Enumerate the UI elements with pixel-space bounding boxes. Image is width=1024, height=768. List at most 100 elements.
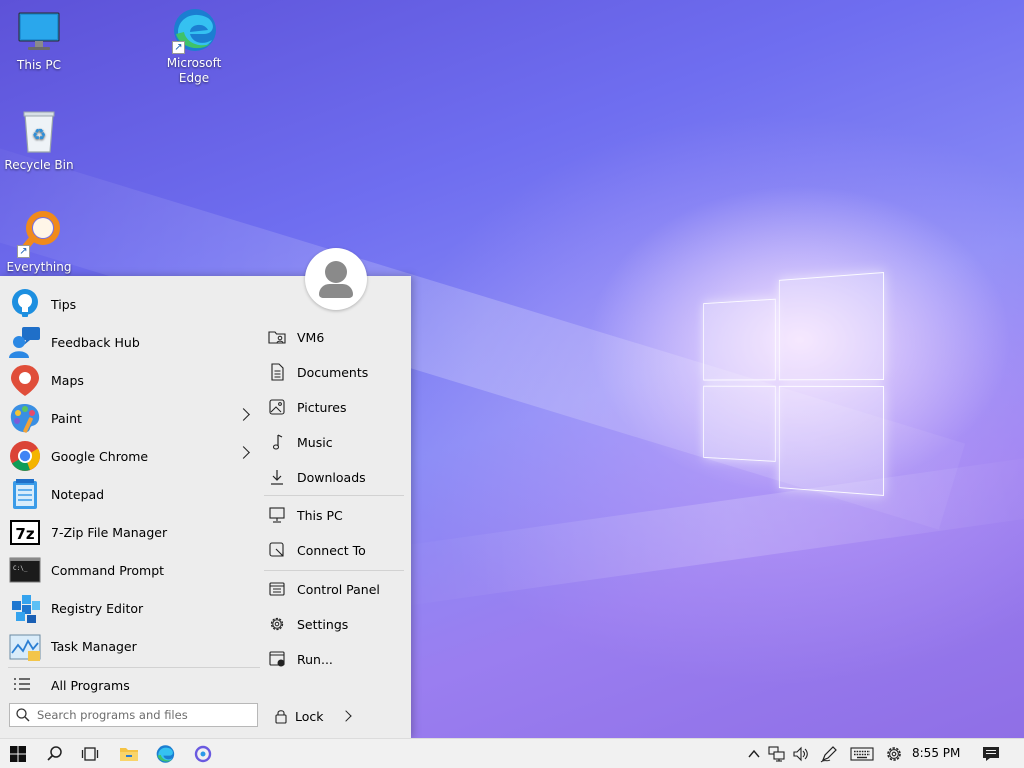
- monitor-icon: [15, 8, 63, 56]
- chevron-right-icon[interactable]: [237, 446, 250, 459]
- place-label: This PC: [297, 507, 343, 523]
- app-taskbar-button[interactable]: [185, 739, 221, 768]
- search-input[interactable]: [37, 708, 237, 722]
- desktop-icon-everything[interactable]: ↗ Everything: [1, 210, 77, 275]
- pen-icon: [820, 746, 837, 763]
- picture-icon: [268, 398, 286, 416]
- place-label: Documents: [297, 364, 369, 380]
- taskbar-clock[interactable]: 8:55 PM: [912, 746, 960, 760]
- place-item-vm6[interactable]: VM6: [268, 322, 404, 352]
- place-label: Run...: [297, 651, 333, 667]
- place-item-music[interactable]: Music: [268, 427, 404, 457]
- network-button[interactable]: [766, 744, 788, 764]
- lock-button[interactable]: Lock: [273, 704, 352, 728]
- desktop-icon-this-pc[interactable]: This PC: [1, 8, 77, 73]
- taskbar-search-button[interactable]: [37, 739, 73, 768]
- volume-button[interactable]: [790, 744, 812, 764]
- lock-label: Lock: [295, 708, 324, 724]
- program-label: Registry Editor: [51, 600, 144, 616]
- program-item-paint[interactable]: Paint: [8, 400, 260, 436]
- windows-logo-icon: [10, 746, 26, 762]
- shortcut-arrow-icon: ↗: [172, 41, 185, 54]
- desktop-icon-label: Everything: [6, 260, 72, 274]
- place-item-pictures[interactable]: Pictures: [268, 392, 404, 422]
- place-label: VM6: [297, 329, 325, 345]
- settings-tray-button[interactable]: [882, 744, 906, 764]
- place-label: Control Panel: [297, 581, 380, 597]
- tips-icon: [8, 287, 42, 321]
- shortcut-arrow-icon: ↗: [17, 245, 30, 258]
- lock-icon: [273, 708, 289, 724]
- everything-search-icon: ↗: [15, 210, 63, 258]
- separator: [264, 570, 404, 571]
- program-label: Maps: [51, 372, 84, 388]
- file-explorer-button[interactable]: [111, 739, 147, 768]
- place-label: Connect To: [297, 542, 366, 558]
- separator: [264, 495, 404, 496]
- place-label: Settings: [297, 616, 349, 632]
- windows-logo-wallpaper: [703, 272, 884, 496]
- recycle-bin-icon: ♻: [15, 108, 63, 156]
- place-label: Music: [297, 434, 333, 450]
- download-icon: [268, 468, 286, 486]
- command-prompt-icon: C:\_: [8, 553, 42, 587]
- music-note-icon: [268, 433, 286, 451]
- program-label: Tips: [51, 296, 77, 312]
- touch-keyboard-button[interactable]: [848, 744, 876, 764]
- place-item-control-panel[interactable]: Control Panel: [268, 574, 404, 604]
- program-label: Google Chrome: [51, 448, 149, 464]
- run-icon: [268, 650, 286, 668]
- svg-text:C:\_: C:\_: [13, 565, 28, 572]
- user-avatar[interactable]: [305, 248, 367, 310]
- edge-taskbar-button[interactable]: [147, 739, 183, 768]
- desktop-icon-recycle-bin[interactable]: ♻ Recycle Bin: [1, 108, 77, 173]
- desktop-icon-label: This PC: [17, 58, 61, 72]
- notification-center-button[interactable]: [980, 744, 1002, 764]
- program-label: Task Manager: [51, 638, 137, 654]
- program-item-google-chrome[interactable]: Google Chrome: [8, 438, 260, 474]
- chevron-right-icon[interactable]: [339, 710, 352, 722]
- edge-icon: [156, 745, 175, 763]
- program-item-7zip[interactable]: 7z 7-Zip File Manager: [8, 514, 260, 550]
- place-item-this-pc[interactable]: This PC: [268, 500, 404, 530]
- place-item-documents[interactable]: Documents: [268, 357, 404, 387]
- program-label: Feedback Hub: [51, 334, 140, 350]
- place-label: Pictures: [297, 399, 347, 415]
- wallpaper-light-beam: [379, 451, 1024, 609]
- task-manager-icon: [8, 629, 42, 663]
- edge-icon: ↗: [170, 6, 218, 54]
- place-item-run[interactable]: Run...: [268, 644, 404, 674]
- search-box[interactable]: [9, 703, 258, 727]
- desktop-icon-label: Recycle Bin: [4, 158, 74, 172]
- show-hidden-icons-button[interactable]: [744, 744, 764, 764]
- all-programs-button[interactable]: All Programs: [8, 667, 260, 703]
- chevron-right-icon[interactable]: [237, 408, 250, 421]
- place-item-settings[interactable]: Settings: [268, 609, 404, 639]
- desktop-icon-microsoft-edge[interactable]: ↗ Microsoft Edge: [156, 6, 232, 86]
- program-item-notepad[interactable]: Notepad: [8, 476, 260, 512]
- program-item-task-manager[interactable]: Task Manager: [8, 628, 260, 664]
- gear-icon: [887, 747, 901, 761]
- computer-icon: [268, 506, 286, 524]
- task-view-button[interactable]: [72, 739, 108, 768]
- program-item-command-prompt[interactable]: C:\_ Command Prompt: [8, 552, 260, 588]
- pen-workspace-button[interactable]: [818, 744, 840, 764]
- gear-icon: [268, 615, 286, 633]
- paint-icon: [8, 401, 42, 435]
- control-panel-icon: [268, 580, 286, 598]
- svg-text:♻: ♻: [32, 125, 46, 144]
- program-item-registry-editor[interactable]: Registry Editor: [8, 590, 260, 626]
- network-icon: [768, 746, 785, 762]
- notification-icon: [983, 747, 999, 761]
- start-button[interactable]: [0, 739, 36, 768]
- notepad-icon: [8, 477, 42, 511]
- place-item-connect-to[interactable]: Connect To: [268, 535, 404, 565]
- program-item-tips[interactable]: Tips: [8, 286, 260, 322]
- program-item-maps[interactable]: Maps: [8, 362, 260, 398]
- document-icon: [268, 363, 286, 381]
- place-item-downloads[interactable]: Downloads: [268, 462, 404, 492]
- search-icon: [15, 707, 31, 723]
- app-icon: [194, 745, 212, 763]
- feedback-hub-icon: [8, 325, 42, 359]
- program-item-feedback-hub[interactable]: Feedback Hub: [8, 324, 260, 360]
